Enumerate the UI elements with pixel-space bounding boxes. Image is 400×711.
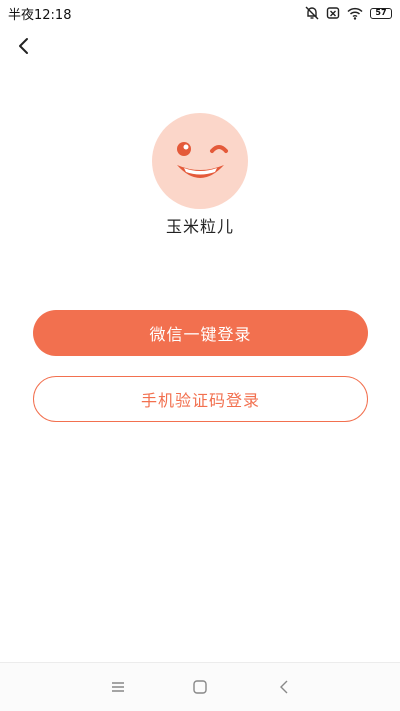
status-time: 半夜12:18: [8, 7, 72, 23]
home-button[interactable]: [188, 675, 212, 699]
smiley-face-icon: [152, 113, 248, 209]
back-button[interactable]: [10, 32, 38, 60]
sim-off-icon: [326, 7, 340, 19]
status-icons: 57: [305, 6, 392, 20]
wechat-login-button[interactable]: 微信一键登录: [33, 310, 368, 356]
chevron-left-icon: [19, 38, 28, 54]
system-nav-bar: [0, 662, 400, 711]
status-bar: 半夜12:18 57: [0, 0, 400, 26]
mute-bell-icon: [305, 6, 319, 20]
home-icon: [193, 680, 207, 694]
phone-login-label: 手机验证码登录: [140, 391, 260, 410]
battery-icon: 57: [370, 7, 392, 19]
wechat-login-label: 微信一键登录: [149, 325, 252, 344]
username: 玉米粒儿: [165, 217, 234, 236]
menu-button[interactable]: [106, 675, 130, 699]
menu-icon: [112, 682, 124, 692]
wifi-icon: [347, 7, 363, 20]
phone-login-button[interactable]: 手机验证码登录: [33, 376, 368, 422]
back-icon: [280, 680, 288, 694]
nav-back-button[interactable]: [272, 675, 296, 699]
